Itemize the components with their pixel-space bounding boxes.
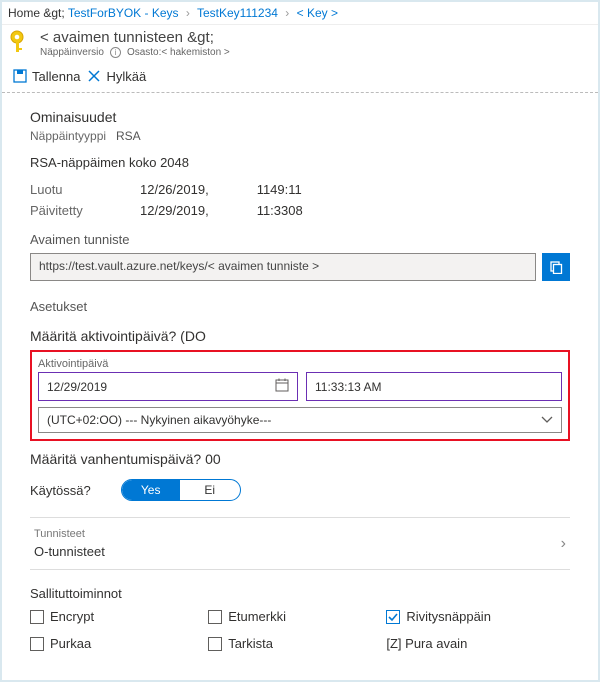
toggle-yes: Yes bbox=[122, 480, 180, 500]
toggle-no: Ei bbox=[180, 483, 240, 497]
op-verify-checkbox[interactable]: Tarkista bbox=[208, 636, 386, 651]
op-wrap-checkbox[interactable]: Rivitysnäppäin bbox=[386, 609, 564, 624]
op-decrypt-checkbox[interactable]: Purkaa bbox=[30, 636, 208, 651]
save-icon bbox=[12, 68, 28, 84]
identifier-field[interactable]: https://test.vault.azure.net/keys/< avai… bbox=[30, 253, 536, 281]
chevron-right-icon: › bbox=[561, 535, 566, 553]
op-unwrap-label: [Z] Pura avain bbox=[386, 636, 467, 651]
tags-row[interactable]: Tunnisteet O-tunnisteet › bbox=[30, 517, 570, 570]
created-time: 1149:11 bbox=[257, 182, 302, 197]
keytype-label: Näppäintyyppi bbox=[30, 129, 116, 143]
chevron-right-icon: › bbox=[281, 6, 293, 20]
breadcrumb-home: Home &gt; bbox=[8, 6, 65, 20]
timezone-value: (UTC+02:OO) --- Nykyinen aikavyöhyke--- bbox=[47, 413, 271, 427]
keysize-value: RSA-näppäimen koko 2048 bbox=[30, 155, 570, 170]
page-header: < avaimen tunnisteen &gt; Näppäinversio … bbox=[2, 25, 598, 64]
created-label: Luotu bbox=[30, 182, 100, 197]
enabled-label: Käytössä? bbox=[30, 483, 91, 498]
calendar-icon bbox=[275, 378, 289, 395]
keytype-value: RSA bbox=[116, 129, 141, 143]
identifier-label: Avaimen tunniste bbox=[30, 232, 570, 247]
updated-label: Päivitetty bbox=[30, 203, 100, 218]
created-date: 12/26/2019, bbox=[140, 182, 209, 197]
properties-heading: Ominaisuudet bbox=[30, 109, 570, 125]
activation-time-input[interactable]: 11:33:13 AM bbox=[306, 372, 562, 401]
chevron-right-icon: › bbox=[182, 6, 194, 20]
key-icon bbox=[10, 29, 32, 55]
expiration-question: Määritä vanhentumispäivä? 00 bbox=[30, 451, 570, 467]
op-encrypt-checkbox[interactable]: Encrypt bbox=[30, 609, 208, 624]
activation-time-value: 11:33:13 AM bbox=[315, 380, 382, 394]
activation-question: Määritä aktivointipäivä? (DO bbox=[30, 328, 570, 344]
activation-field-label: Aktivointipäivä bbox=[38, 358, 562, 370]
op-unwrap-checkbox[interactable]: [Z] Pura avain bbox=[386, 636, 564, 651]
info-icon[interactable]: i bbox=[110, 47, 121, 58]
op-sign-checkbox[interactable]: Etumerkki bbox=[208, 609, 386, 624]
copy-button[interactable] bbox=[542, 253, 570, 281]
content: Ominaisuudet Näppäintyyppi RSA RSA-näppä… bbox=[2, 93, 598, 679]
updated-time: 11:3308 bbox=[257, 203, 303, 218]
op-decrypt-label: Purkaa bbox=[50, 636, 91, 651]
close-icon bbox=[86, 68, 102, 84]
page-subtitle-2: Osasto:< hakemiston > bbox=[127, 47, 230, 58]
updated-date: 12/29/2019, bbox=[140, 203, 209, 218]
timezone-select[interactable]: (UTC+02:OO) --- Nykyinen aikavyöhyke--- bbox=[38, 407, 562, 433]
op-sign-label: Etumerkki bbox=[228, 609, 286, 624]
op-verify-label: Tarkista bbox=[228, 636, 273, 651]
breadcrumb: Home &gt; TestForBYOK - Keys › TestKey11… bbox=[2, 2, 598, 25]
op-encrypt-label: Encrypt bbox=[50, 609, 94, 624]
page-title: < avaimen tunnisteen &gt; bbox=[40, 29, 230, 46]
save-button[interactable]: Tallenna bbox=[12, 68, 80, 84]
enabled-toggle[interactable]: Yes Ei bbox=[121, 479, 241, 501]
breadcrumb-l1[interactable]: TestForBYOK - Keys bbox=[68, 6, 179, 20]
copy-icon bbox=[549, 260, 563, 274]
operations-heading: Sallituttoiminnot bbox=[30, 586, 570, 601]
breadcrumb-l3[interactable]: < Key > bbox=[297, 6, 338, 20]
settings-heading: Asetukset bbox=[30, 299, 570, 314]
breadcrumb-l2[interactable]: TestKey111234 bbox=[197, 6, 278, 20]
discard-button[interactable]: Hylkää bbox=[86, 68, 146, 84]
activation-date-input[interactable]: 12/29/2019 bbox=[38, 372, 298, 401]
activation-date-value: 12/29/2019 bbox=[47, 380, 107, 394]
toolbar: Tallenna Hylkää bbox=[2, 64, 598, 93]
chevron-down-icon bbox=[541, 413, 553, 427]
operations-section: Sallituttoiminnot Encrypt Etumerkki Rivi… bbox=[30, 586, 570, 663]
discard-label: Hylkää bbox=[106, 69, 146, 84]
tags-label: Tunnisteet bbox=[34, 528, 105, 540]
save-label: Tallenna bbox=[32, 69, 80, 84]
tags-value: O-tunnisteet bbox=[34, 544, 105, 559]
op-wrap-label: Rivitysnäppäin bbox=[406, 609, 491, 624]
activation-highlight: Aktivointipäivä 12/29/2019 11:33:13 AM (… bbox=[30, 350, 570, 441]
page-subtitle-1: Näppäinversio bbox=[40, 47, 104, 58]
